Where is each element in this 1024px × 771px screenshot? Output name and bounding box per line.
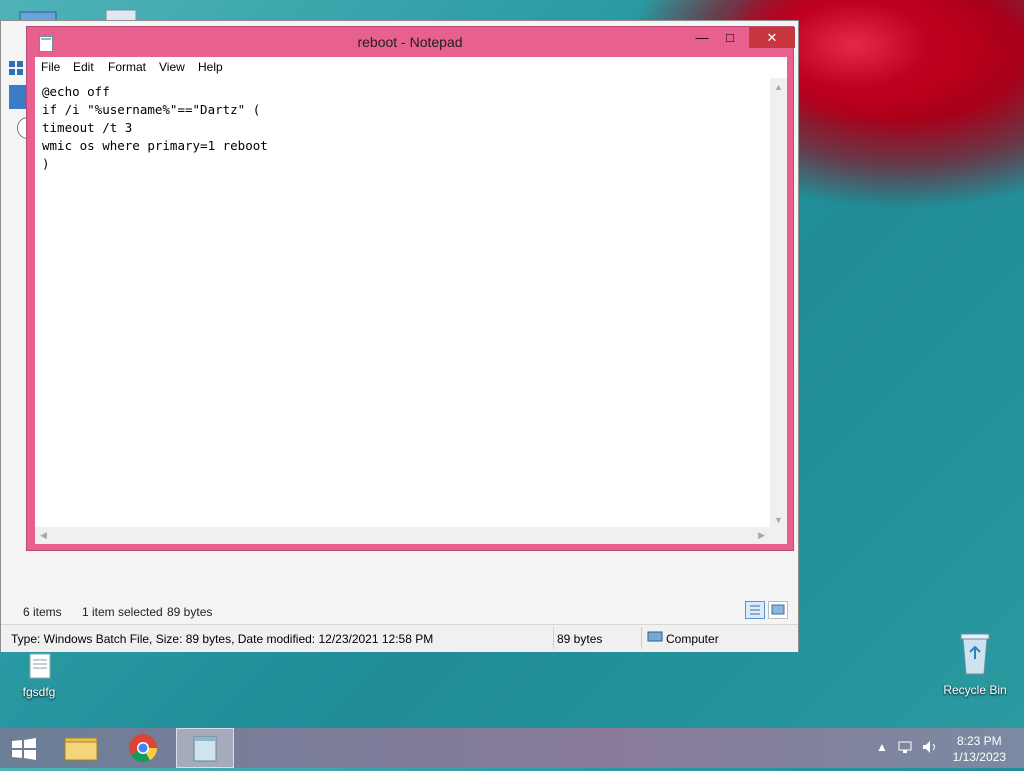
- desktop-icon-label: Recycle Bin: [943, 683, 1007, 697]
- notepad-window[interactable]: reboot - Notepad — □ ✕ File Edit Format …: [26, 26, 795, 551]
- menu-edit[interactable]: Edit: [73, 60, 94, 74]
- clock[interactable]: 8:23 PM 1/13/2023: [953, 733, 1006, 765]
- maximize-button[interactable]: □: [717, 27, 743, 48]
- text-editor[interactable]: @echo off if /i "%username%"=="Dartz" ( …: [35, 78, 787, 544]
- volume-icon[interactable]: [921, 740, 939, 757]
- file-details: Type: Windows Batch File, Size: 89 bytes…: [11, 632, 434, 646]
- divider: [641, 627, 642, 649]
- selection-info: 1 item selected: [82, 605, 163, 619]
- clock-date: 1/13/2023: [952, 750, 1006, 764]
- details-view-button[interactable]: [745, 601, 765, 619]
- large-icons-view-button[interactable]: [768, 601, 788, 619]
- recycle-bin-icon: [960, 633, 990, 675]
- menu-format[interactable]: Format: [108, 60, 146, 74]
- scroll-down-icon[interactable]: ▼: [774, 515, 783, 525]
- status-bar: 6 items 1 item selected 89 bytes: [1, 599, 798, 623]
- start-button[interactable]: [10, 737, 38, 764]
- menu-view[interactable]: View: [159, 60, 185, 74]
- location-label: Computer: [666, 632, 719, 646]
- minimize-button[interactable]: —: [689, 27, 715, 48]
- close-button[interactable]: ✕: [749, 27, 795, 48]
- document-text[interactable]: @echo off if /i "%username%"=="Dartz" ( …: [42, 83, 268, 173]
- text-file-icon: [29, 653, 51, 679]
- window-title: reboot - Notepad: [357, 34, 463, 50]
- scroll-up-icon[interactable]: ▲: [774, 82, 783, 92]
- item-count: 6 items: [23, 605, 62, 619]
- details-view-icon: [750, 605, 760, 615]
- large-icons-view-icon: [771, 604, 785, 615]
- vertical-scrollbar[interactable]: ▲ ▼: [770, 78, 787, 527]
- details-bar: Type: Windows Batch File, Size: 89 bytes…: [1, 624, 798, 652]
- scroll-left-icon[interactable]: ◀: [40, 530, 47, 541]
- desktop-icon-fgsdfg[interactable]: fgsdfg: [14, 652, 64, 699]
- horizontal-scrollbar[interactable]: ◀ ▶: [35, 527, 770, 544]
- menu-help[interactable]: Help: [198, 60, 223, 74]
- windows-logo-icon: [12, 738, 36, 760]
- menu-bar: File Edit Format View Help: [35, 57, 787, 79]
- folder-icon: [64, 737, 98, 761]
- clock-time: 8:23 PM: [956, 734, 1002, 748]
- computer-small-icon: [647, 630, 663, 647]
- ribbon-tab[interactable]: [9, 85, 27, 109]
- desktop-icon-label: fgsdfg: [22, 685, 56, 699]
- taskbar: ▲ 8:23 PM 1/13/2023: [0, 728, 1024, 768]
- taskbar-notepad[interactable]: [176, 728, 234, 768]
- scroll-right-icon[interactable]: ▶: [758, 530, 765, 541]
- menu-file[interactable]: File: [41, 60, 60, 74]
- notepad-icon: [193, 736, 217, 762]
- chrome-icon: [129, 734, 157, 762]
- file-size: 89 bytes: [557, 632, 603, 646]
- network-icon[interactable]: [898, 740, 914, 757]
- size-grip[interactable]: [770, 527, 787, 544]
- desktop-icon-recycle-bin[interactable]: Recycle Bin: [940, 630, 1010, 697]
- show-hidden-icons[interactable]: ▲: [876, 740, 888, 754]
- taskbar-file-explorer[interactable]: [52, 728, 110, 768]
- selection-size: 89 bytes: [167, 605, 213, 619]
- taskbar-chrome[interactable]: [114, 728, 172, 768]
- divider: [553, 627, 554, 649]
- grid-icon: [9, 61, 23, 75]
